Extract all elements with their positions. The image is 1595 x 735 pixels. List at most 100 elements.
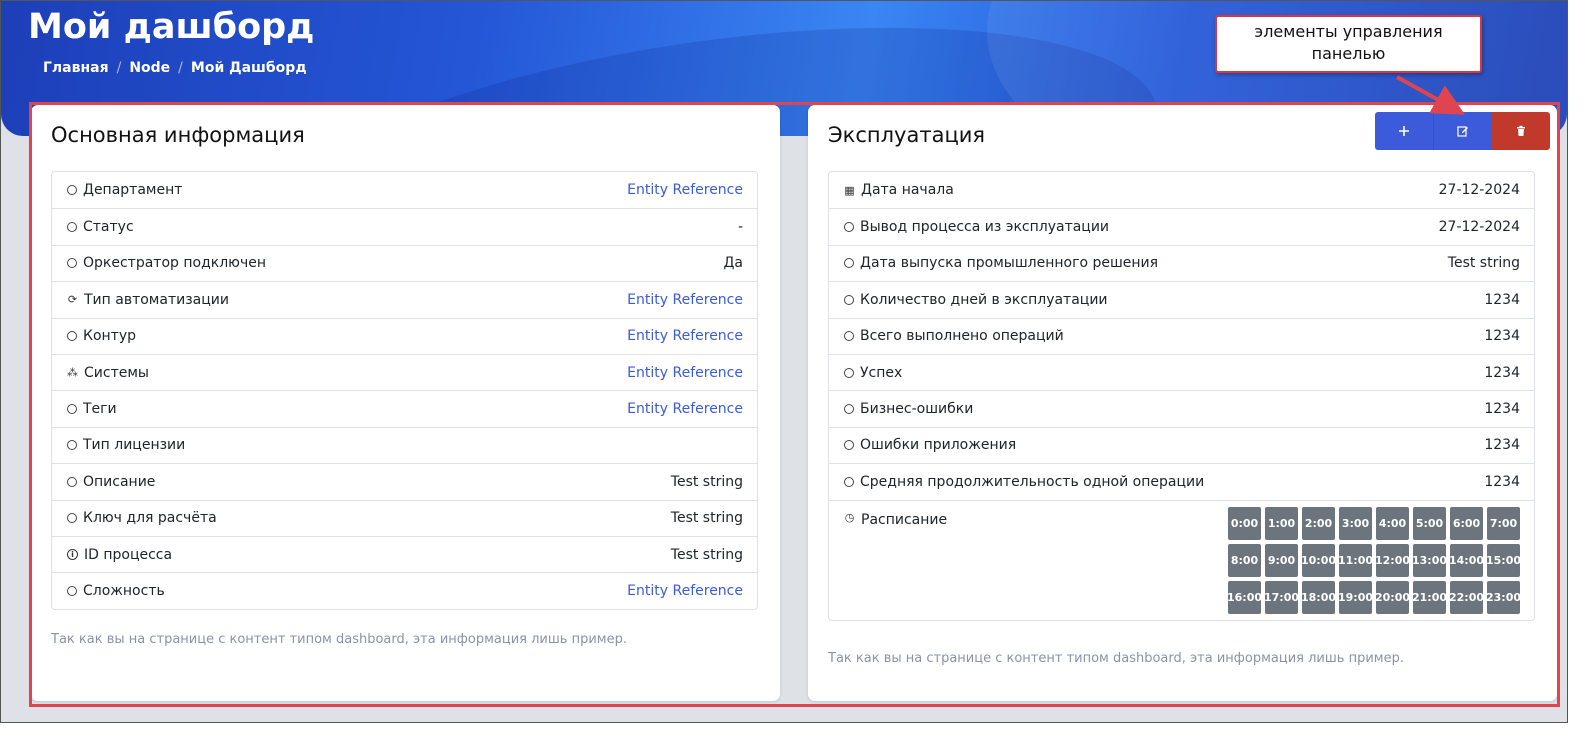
field-label: Тип лицензии	[67, 437, 185, 453]
schedule-hour-cell: 1:00	[1265, 506, 1298, 540]
field-label: Контур	[67, 328, 136, 344]
field-label-text: Департамент	[83, 182, 183, 199]
circle-icon	[844, 258, 854, 269]
circle-icon	[844, 294, 854, 305]
field-label-text: ID процесса	[84, 546, 173, 563]
field-label: Описание	[67, 474, 155, 490]
field-label: Ошибки приложения	[844, 437, 1016, 453]
field-label-text: Теги	[83, 401, 117, 418]
list-item: ▦ Дата начала 27-12-2024	[829, 172, 1534, 208]
field-label: Успех	[844, 365, 902, 381]
schedule-label: Расписание	[861, 511, 948, 528]
breadcrumb-separator: /	[178, 60, 183, 76]
field-label: Дата выпуска промышленного решения	[844, 255, 1158, 271]
field-label-text: Успех	[860, 364, 903, 381]
field-label: Бизнес-ошибки	[844, 401, 973, 417]
field-value: Test string	[1447, 255, 1520, 272]
entity-reference-link[interactable]: Entity Reference	[627, 365, 743, 381]
field-value: 1234	[1484, 401, 1520, 418]
field-value: Test string	[670, 473, 743, 490]
circle-icon	[67, 185, 77, 196]
delete-button[interactable]	[1491, 112, 1550, 150]
schedule-hour-cell: 10:00	[1301, 543, 1336, 577]
breadcrumb-home[interactable]: Главная	[43, 60, 109, 76]
callout-line-2: панелью	[1311, 44, 1386, 63]
field-label: ⟳ Тип автоматизации	[67, 292, 229, 308]
list-item: Бизнес-ошибки 1234	[829, 390, 1534, 426]
edit-icon	[1456, 122, 1469, 141]
breadcrumb: Главная / Node / Мой Дашборд	[43, 60, 307, 76]
main-info-list: Департамент Entity Reference Статус - Оркест…	[51, 171, 758, 610]
circle-icon	[844, 367, 854, 378]
field-label-text: Описание	[83, 473, 156, 490]
field-label-text: Контур	[83, 328, 136, 345]
schedule-hour-cell: 0:00	[1228, 506, 1261, 540]
breadcrumb-node[interactable]: Node	[129, 60, 170, 76]
field-value: -	[737, 219, 743, 236]
field-label-text: Сложность	[83, 582, 165, 599]
field-value: Test string	[670, 546, 743, 563]
list-item: Оркестратор подключен Да	[52, 244, 757, 281]
list-item: Ошибки приложения 1234	[829, 426, 1534, 463]
circle-icon	[67, 404, 77, 415]
entity-reference-link[interactable]: Entity Reference	[627, 182, 743, 198]
field-label-text: Вывод процесса из эксплуатации	[860, 219, 1110, 236]
list-item: Вывод процесса из эксплуатации 27-12-2024	[829, 208, 1534, 244]
list-item: Всего выполнено операций 1234	[829, 317, 1534, 354]
schedule-hour-cell: 13:00	[1412, 543, 1447, 577]
schedule-hour-cell: 3:00	[1339, 506, 1372, 540]
field-label: Вывод процесса из эксплуатации	[844, 219, 1109, 235]
field-label-text: Системы	[84, 364, 149, 381]
field-label-text: Тип автоматизации	[84, 291, 229, 308]
entity-reference-link[interactable]: Entity Reference	[627, 583, 743, 599]
field-value: 1234	[1484, 328, 1520, 345]
field-value: 1234	[1484, 473, 1520, 490]
circle-icon	[844, 440, 854, 451]
schedule-hour-cell: 12:00	[1375, 543, 1410, 577]
list-item: Количество дней в эксплуатации 1234	[829, 281, 1534, 317]
field-value: Test string	[670, 510, 743, 527]
field-label: ◷ Расписание	[844, 507, 947, 620]
breadcrumb-separator: /	[116, 60, 122, 76]
list-item: Описание Test string	[52, 463, 757, 499]
circle-icon	[67, 513, 77, 524]
field-label-text: Статус	[83, 219, 134, 236]
breadcrumb-current: Мой Дашборд	[190, 60, 307, 76]
entity-reference-link[interactable]: Entity Reference	[627, 328, 743, 344]
list-item: Контур Entity Reference	[52, 317, 757, 354]
list-item: Сложность Entity Reference	[52, 572, 757, 608]
schedule-hour-cell: 18:00	[1301, 580, 1336, 614]
field-label-text: Ключ для расчёта	[83, 510, 217, 527]
field-label: ⁂ Системы	[67, 365, 149, 381]
schedule-hour-cell: 22:00	[1449, 580, 1484, 614]
field-label-text: Количество дней в эксплуатации	[860, 291, 1108, 308]
schedule-hour-cell: 16:00	[1227, 580, 1262, 614]
entity-reference-link[interactable]: Entity Reference	[627, 401, 743, 417]
screenshot-frame: Мой дашборд Главная / Node / Мой Дашборд…	[0, 0, 1568, 723]
circle-icon	[844, 222, 854, 233]
list-item: Успех 1234	[829, 353, 1534, 390]
list-item: Теги Entity Reference	[52, 390, 757, 426]
circle-icon	[67, 258, 77, 269]
entity-reference-link[interactable]: Entity Reference	[627, 292, 743, 308]
operation-note: Так как вы на странице с контент типом d…	[828, 651, 1404, 666]
field-value: 27-12-2024	[1438, 182, 1520, 199]
field-label-text: Ошибки приложения	[860, 437, 1017, 454]
field-label-text: Всего выполнено операций	[860, 328, 1064, 345]
field-label: Департамент	[67, 182, 182, 198]
annotation-arrow	[1396, 75, 1465, 115]
field-label: Сложность	[67, 583, 165, 599]
schedule-hour-cell: 23:00	[1486, 580, 1521, 614]
schedule-hour-cell: 19:00	[1338, 580, 1373, 614]
diagram-icon: ⁂	[67, 366, 78, 380]
calendar-icon: ▦	[844, 183, 855, 197]
list-item: i ID процесса Test string	[52, 535, 757, 572]
circle-icon	[67, 331, 77, 342]
circle-icon	[67, 585, 77, 596]
schedule-hour-cell: 9:00	[1265, 543, 1298, 577]
field-value: 1234	[1484, 437, 1520, 454]
schedule-hour-cell: 15:00	[1486, 543, 1521, 577]
schedule-grid: 0:00 1:00 2:00 3:00 4:00 5:00 6:00 7:00 8:00 9:00…	[1227, 506, 1521, 620]
field-label: Оркестратор подключен	[67, 255, 266, 271]
list-item: Дата выпуска промышленного решения Test s…	[829, 244, 1534, 281]
